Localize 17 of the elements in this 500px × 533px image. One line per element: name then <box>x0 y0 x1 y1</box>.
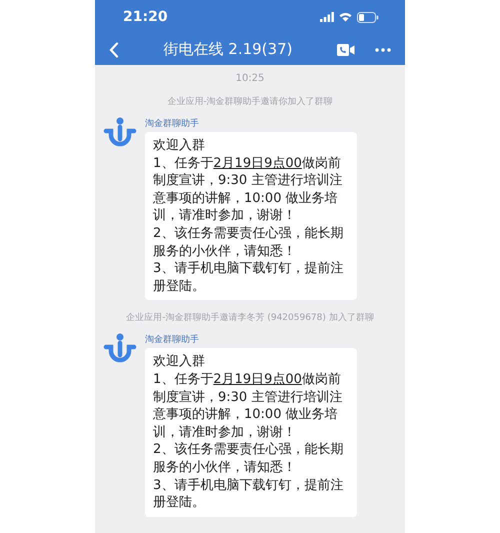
wifi-icon <box>339 12 352 22</box>
system-notice: 企业应用-淘金群聊助手邀请李冬芳 (942059678) 加入了群聊 <box>126 312 374 326</box>
date-link[interactable]: 2月19日9点00 <box>213 156 302 171</box>
signal-icon <box>320 12 334 22</box>
chat-title: 街电在线 2.19(37) <box>164 40 292 59</box>
status-time: 21:20 <box>123 9 168 25</box>
sender-name: 淘金群聊助手 <box>145 118 200 130</box>
message-time: 10:25 <box>236 73 264 84</box>
more-icon[interactable] <box>375 48 391 52</box>
date-link[interactable]: 2月19日9点00 <box>213 372 302 387</box>
message-bubble: 欢迎入群 1、任务于2月19日9点00做岗前制度宣讲，9:30 主管进行培训注意事项的讲解，10:00 做业务培训，请准时参加，谢谢！ 2、该任务需要责任心强，能长期服务的小伙伴，请知悉！ 3、请手机电脑下载钉钉，提前注册登陆。 <box>145 132 357 300</box>
battery-icon <box>357 12 379 22</box>
back-icon[interactable] <box>109 42 119 58</box>
sender-name: 淘金群聊助手 <box>145 334 200 346</box>
video-call-icon[interactable] <box>337 44 355 56</box>
message-bubble: 欢迎入群 1、任务于2月19日9点00做岗前制度宣讲，9:30 主管进行培训注意事项的讲解，10:00 做业务培训，请准时参加，谢谢！ 2、该任务需要责任心强，能长期服务的小伙伴，请知悉！ 3、请手机电脑下载钉钉，提前注册登陆。 <box>145 348 357 517</box>
system-notice: 企业应用-淘金群聊助手邀请你加入了群聊 <box>167 96 333 109</box>
